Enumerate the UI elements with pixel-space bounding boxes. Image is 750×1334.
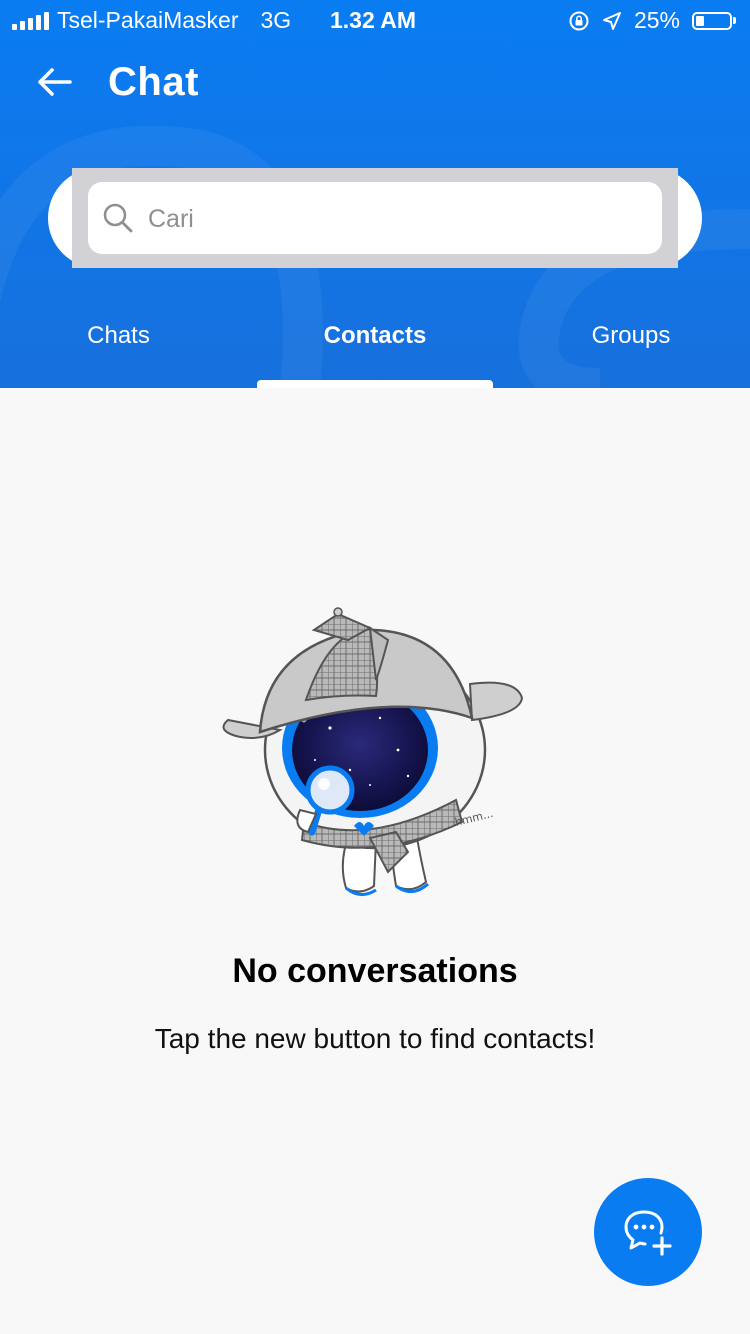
tab-chats[interactable]: Chats [40, 322, 197, 350]
empty-state-subtitle: Tap the new button to find contacts! [154, 1023, 596, 1054]
search-input[interactable] [146, 182, 650, 256]
status-time: 1.32 AM [330, 7, 417, 33]
app-header: Tsel-PakaiMasker 3G 1.32 AM 25% Chat Car… [0, 0, 750, 388]
new-chat-button[interactable] [594, 1178, 702, 1286]
empty-state-title: No conversations [232, 952, 518, 990]
orientation-lock-icon [569, 11, 589, 30]
tab-contacts[interactable]: Contacts [257, 322, 493, 350]
battery-percent: 25% [633, 7, 680, 33]
arrow-left-icon [38, 68, 72, 96]
search-track [72, 168, 678, 268]
search-icon [103, 203, 133, 233]
battery-icon [692, 11, 736, 30]
back-button[interactable] [34, 64, 78, 100]
network-type: 3G [260, 7, 292, 33]
active-tab-indicator [257, 380, 493, 388]
location-icon [602, 11, 621, 30]
page-title: Chat [108, 60, 199, 104]
carrier-name: Tsel-PakaiMasker [57, 7, 239, 33]
signal-strength-icon [12, 11, 49, 30]
new-chat-icon [624, 1210, 672, 1256]
search-field[interactable] [88, 182, 662, 256]
search-container [48, 168, 702, 268]
status-bar: Tsel-PakaiMasker 3G 1.32 AM 25% [0, 0, 750, 40]
tab-groups[interactable]: Groups [560, 322, 702, 350]
detective-mascot-illustration: hmm... [222, 607, 524, 896]
